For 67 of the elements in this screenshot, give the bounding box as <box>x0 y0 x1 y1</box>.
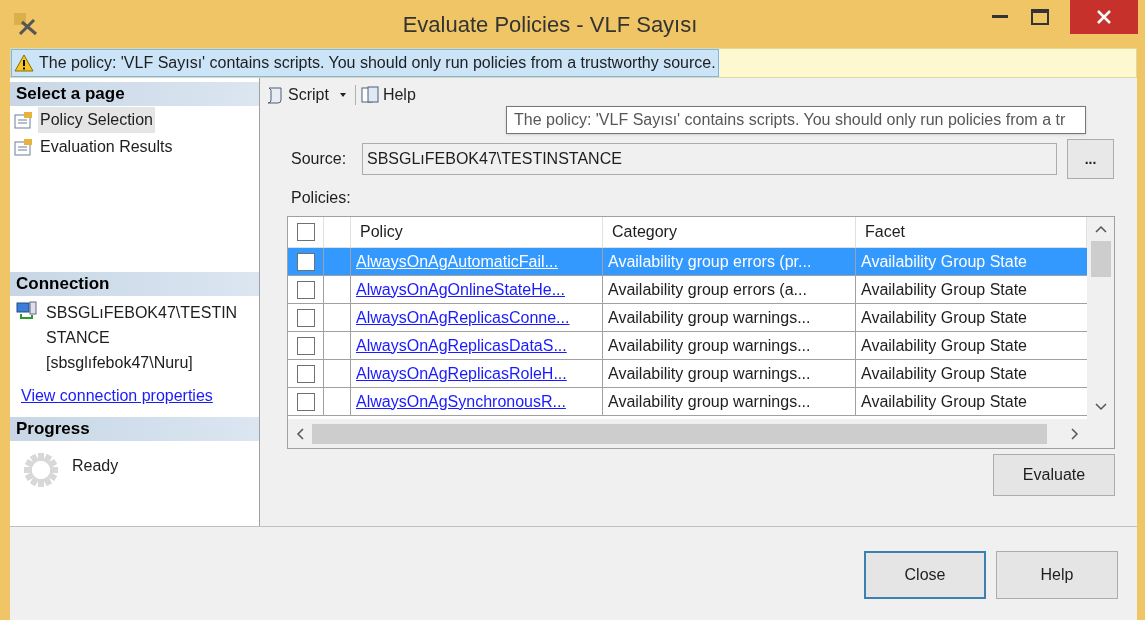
policy-link[interactable]: AlwaysOnAgReplicasRoleH... <box>356 361 567 386</box>
table-cell-text: Availability Group State <box>860 307 1028 328</box>
close-button[interactable] <box>1070 0 1138 34</box>
checkbox[interactable] <box>296 252 315 271</box>
server-icon <box>16 301 38 321</box>
page-item[interactable]: Policy Selection <box>38 106 155 133</box>
table-row[interactable]: AlwaysOnAgReplicasRoleH... Availability group warnings... Availability Group State <box>288 360 1087 388</box>
warning-icon <box>14 54 34 72</box>
horizontal-scrollbar[interactable] <box>288 419 1114 448</box>
policy-link[interactable]: AlwaysOnAgSynchronousR... <box>356 389 566 414</box>
section-header: Select a page <box>10 82 259 106</box>
policy-link[interactable]: AlwaysOnAgReplicasConne... <box>356 305 570 330</box>
server-name: SBSGLıFEBOK47\TESTINSTANCE <box>46 303 239 348</box>
scroll-thumb[interactable] <box>1090 241 1111 277</box>
source-field[interactable]: SBSGLıFEBOK47\TESTINSTANCE <box>362 143 1057 175</box>
checkbox[interactable] <box>296 280 315 299</box>
section-header: Progress <box>10 417 259 441</box>
column-header[interactable]: Category <box>603 217 856 247</box>
status-text: Ready <box>72 456 119 476</box>
source-label: Source: <box>291 149 348 169</box>
maximize-icon <box>1031 9 1049 25</box>
checkbox[interactable] <box>296 336 315 355</box>
browse-button[interactable]: ... <box>1067 139 1114 179</box>
window-title: Evaluate Policies - VLF Sayısı <box>401 10 699 39</box>
tooltip: The policy: 'VLF Sayısı' contains scripts. You should only run policies from a tr <box>506 106 1087 134</box>
table-cell: Availability group warnings... <box>603 360 856 387</box>
table-cell: Availability group warnings... <box>603 304 856 331</box>
minimize-icon <box>992 15 1008 19</box>
checkbox[interactable] <box>296 308 315 327</box>
dialog-button[interactable]: Close <box>864 551 986 599</box>
script-button[interactable]: Script <box>264 83 351 107</box>
table-row[interactable]: AlwaysOnAgSynchronousR... Availability group warnings... Availability Group State <box>288 388 1087 416</box>
scroll-icon <box>265 85 285 105</box>
table-row[interactable]: AlwaysOnAgOnlineStateHe... Availability group errors (a... Availability Group State <box>288 276 1087 304</box>
connection-link[interactable]: View connection properties <box>21 384 213 408</box>
spinner-icon <box>22 451 60 489</box>
vertical-scrollbar[interactable] <box>1087 217 1114 419</box>
table-row[interactable]: AlwaysOnAgReplicasDataS... Availability group warnings... Availability Group State <box>288 332 1087 360</box>
table-cell-text: Availability Group State <box>860 335 1028 356</box>
table-cell: Availability group errors (pr... <box>603 248 856 275</box>
section-header: Connection <box>10 272 259 296</box>
warning-text: The policy: 'VLF Sayısı' contains scripts. You should only run policies from a trustworthy source. <box>39 53 716 73</box>
page-icon <box>14 110 34 129</box>
policy-link[interactable]: AlwaysOnAgOnlineStateHe... <box>356 277 565 302</box>
checkbox[interactable] <box>296 223 315 241</box>
page-item[interactable]: Evaluation Results <box>38 133 175 160</box>
table-cell: Availability group warnings... <box>603 388 856 415</box>
help-book-icon <box>359 85 380 105</box>
evaluate-button[interactable]: Evaluate <box>993 454 1115 496</box>
table-cell: Availability group errors (a... <box>603 276 856 303</box>
close-icon <box>1097 10 1111 24</box>
scroll-thumb[interactable] <box>312 423 1047 444</box>
policy-link[interactable]: AlwaysOnAgReplicasDataS... <box>356 333 567 358</box>
policies-label: Policies: <box>290 188 352 208</box>
user-name: [sbsglıfebok47\Nuru] <box>46 353 194 373</box>
help-button[interactable]: Help <box>359 83 416 107</box>
table-cell-text: Availability Group State <box>860 251 1028 272</box>
table-cell-text: Availability Group State <box>860 279 1028 300</box>
table-cell-text: Availability Group State <box>860 363 1028 384</box>
checkbox[interactable] <box>296 364 315 383</box>
page-icon <box>14 137 34 156</box>
checkbox[interactable] <box>296 392 315 411</box>
column-header[interactable]: Policy <box>351 217 603 247</box>
table-row[interactable]: AlwaysOnAgReplicasConne... Availability group warnings... Availability Group State <box>288 304 1087 332</box>
dialog-button[interactable]: Help <box>996 551 1118 599</box>
table-cell: Availability group warnings... <box>603 332 856 359</box>
table-cell-text: Availability Group State <box>860 391 1028 412</box>
